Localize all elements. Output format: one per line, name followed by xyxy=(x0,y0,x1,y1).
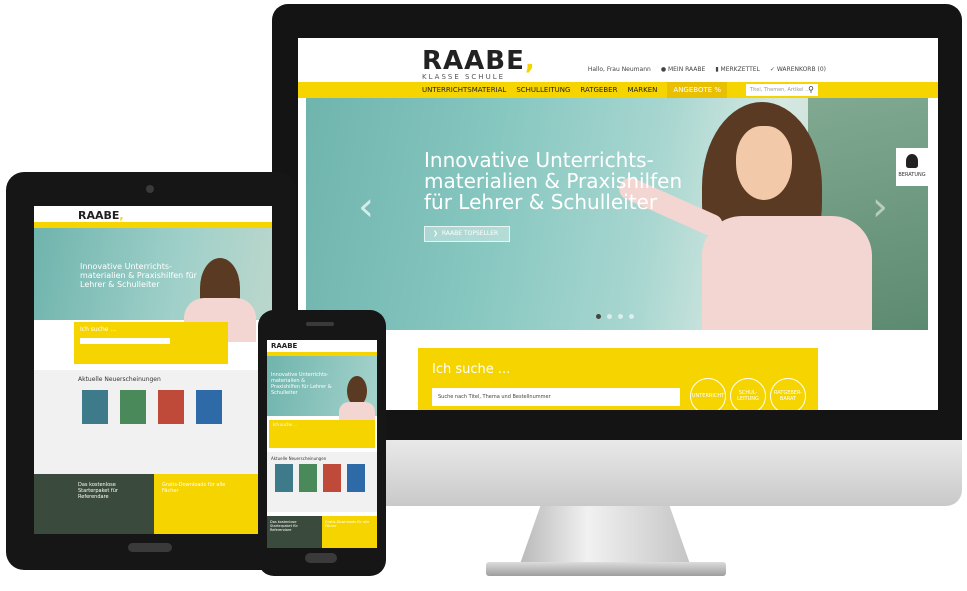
cart-link[interactable]: ✓ WARENKORB (0) xyxy=(770,66,826,73)
search-icon[interactable]: ⚲ xyxy=(808,84,814,96)
phone-search-box: Ich suche ... xyxy=(269,420,375,448)
tablet-promo-right-text: Gratis-Downloads für alle Fächer xyxy=(162,482,226,494)
tablet-search-box: Ich suche ... xyxy=(74,322,228,364)
book-cover[interactable] xyxy=(158,390,184,424)
tablet-search-title: Ich suche ... xyxy=(80,326,117,333)
phone-home-button xyxy=(305,553,337,563)
phone-promo-starter[interactable]: Das kostenlose Starterpaket für Referend… xyxy=(267,516,322,548)
tablet-home-button xyxy=(128,543,172,552)
nav-schulleitung[interactable]: SCHULLEITUNG xyxy=(516,86,570,94)
search-box-input[interactable]: Suche nach Titel, Thema und Bestellnumme… xyxy=(432,388,680,406)
book-cover[interactable] xyxy=(299,464,317,492)
logo-text: RAABE xyxy=(422,46,525,76)
phone-speaker xyxy=(306,322,334,326)
hero-slider: Innovative Unterrichts-materialien & Pra… xyxy=(306,98,928,330)
desktop-screen: RAABE, KLASSE SCHULE Hallo, Frau Neumann… xyxy=(298,38,938,410)
consultation-widget[interactable]: BERATUNG xyxy=(896,148,928,186)
phone-promo-downloads[interactable]: Gratis-Downloads für alle Fächer xyxy=(322,516,377,548)
tablet-search-input[interactable] xyxy=(80,338,170,344)
nav-ratgeber[interactable]: RATGEBER xyxy=(580,86,617,94)
nav-marken[interactable]: MARKEN xyxy=(627,86,657,94)
my-account-link[interactable]: ● MEIN RAABE xyxy=(661,66,706,73)
slider-dots xyxy=(596,314,634,319)
nav-unterrichtsmaterial[interactable]: UNTERRICHTSMATERIAL xyxy=(422,86,506,94)
site-logo[interactable]: RAABE, KLASSE SCHULE xyxy=(422,46,536,81)
slider-prev-icon[interactable]: ‹ xyxy=(358,184,374,230)
book-cover[interactable] xyxy=(196,390,222,424)
phone-hero-title: Innovative Unterrichts-materialien & Pra… xyxy=(271,372,332,396)
book-cover[interactable] xyxy=(347,464,365,492)
tablet-hero-title: Innovative Unterrichts-materialien & Pra… xyxy=(80,262,197,289)
hero-title: Innovative Unterrichts-materialien & Pra… xyxy=(424,148,683,214)
book-cover[interactable] xyxy=(323,464,341,492)
search-box: Ich suche ... Suche nach Titel, Thema un… xyxy=(418,348,818,410)
user-greeting: Hallo, Frau Neumann xyxy=(587,66,651,73)
category-ratgeber-button[interactable]: RATGEBER-BARAT xyxy=(770,378,806,410)
phone-screen: RAABE Innovative Unterrichts-materialien… xyxy=(267,340,377,548)
search-placeholder: Titel, Themen, Artikel ... xyxy=(750,87,810,93)
tablet-promo-downloads[interactable]: Gratis-Downloads für alle Fächer xyxy=(154,474,272,534)
slider-dot[interactable] xyxy=(629,314,634,319)
phone-promo-right-text: Gratis-Downloads für alle Fächer xyxy=(325,520,370,528)
tablet-promo-left-text: Das kostenlose Starterpaket für Referend… xyxy=(78,482,118,500)
tablet-new-releases: Aktuelle Neuerscheinungen xyxy=(34,370,272,474)
headset-icon xyxy=(906,154,918,168)
tablet-screen: RAABE, Innovative Unterrichts-materialie… xyxy=(34,206,272,534)
wishlist-link[interactable]: ▮ MERKZETTEL xyxy=(715,66,760,73)
phone-hero: Innovative Unterrichts-materialien & Pra… xyxy=(267,356,377,432)
slider-dot[interactable] xyxy=(596,314,601,319)
search-input[interactable]: Titel, Themen, Artikel ... ⚲ xyxy=(746,84,818,96)
nav-angebote[interactable]: ANGEBOTE % xyxy=(667,82,728,98)
search-box-title: Ich suche ... xyxy=(432,362,511,377)
book-cover[interactable] xyxy=(275,464,293,492)
hero-person-face xyxy=(736,126,792,200)
phone-news-title: Aktuelle Neuerscheinungen xyxy=(271,456,327,461)
hero-topseller-button[interactable]: ❯ RAABE TOPSELLER xyxy=(424,226,510,242)
tablet-news-title: Aktuelle Neuerscheinungen xyxy=(78,376,161,383)
tablet-camera xyxy=(146,185,154,193)
category-unterricht-button[interactable]: UNTERRICHT xyxy=(690,378,726,410)
consultation-label: BERATUNG xyxy=(898,172,926,178)
slider-dot[interactable] xyxy=(607,314,612,319)
monitor-stand-neck xyxy=(520,506,690,564)
tablet-promo: Das kostenlose Starterpaket für Referend… xyxy=(34,474,272,534)
slider-next-icon[interactable]: › xyxy=(872,184,888,230)
phone-logo[interactable]: RAABE xyxy=(271,342,297,350)
phone-promo-left-text: Das kostenlose Starterpaket für Referend… xyxy=(270,520,298,532)
monitor-stand-foot xyxy=(486,562,726,576)
slider-dot[interactable] xyxy=(618,314,623,319)
logo-accent: , xyxy=(524,46,536,76)
category-schulleitung-button[interactable]: SCHUL-LEITUNG xyxy=(730,378,766,410)
phone-new-releases: Aktuelle Neuerscheinungen xyxy=(267,452,377,512)
tablet-logo[interactable]: RAABE, xyxy=(78,209,124,222)
tablet-promo-starter[interactable]: Das kostenlose Starterpaket für Referend… xyxy=(34,474,154,534)
book-cover[interactable] xyxy=(120,390,146,424)
top-links: Hallo, Frau Neumann ● MEIN RAABE ▮ MERKZ… xyxy=(588,66,826,73)
main-nav: UNTERRICHTSMATERIAL SCHULLEITUNG RATGEBE… xyxy=(298,82,938,98)
tablet-hero: Innovative Unterrichts-materialien & Pra… xyxy=(34,228,272,342)
book-cover[interactable] xyxy=(82,390,108,424)
hero-person-body xyxy=(702,216,872,330)
phone-search-title: Ich suche ... xyxy=(273,422,298,427)
